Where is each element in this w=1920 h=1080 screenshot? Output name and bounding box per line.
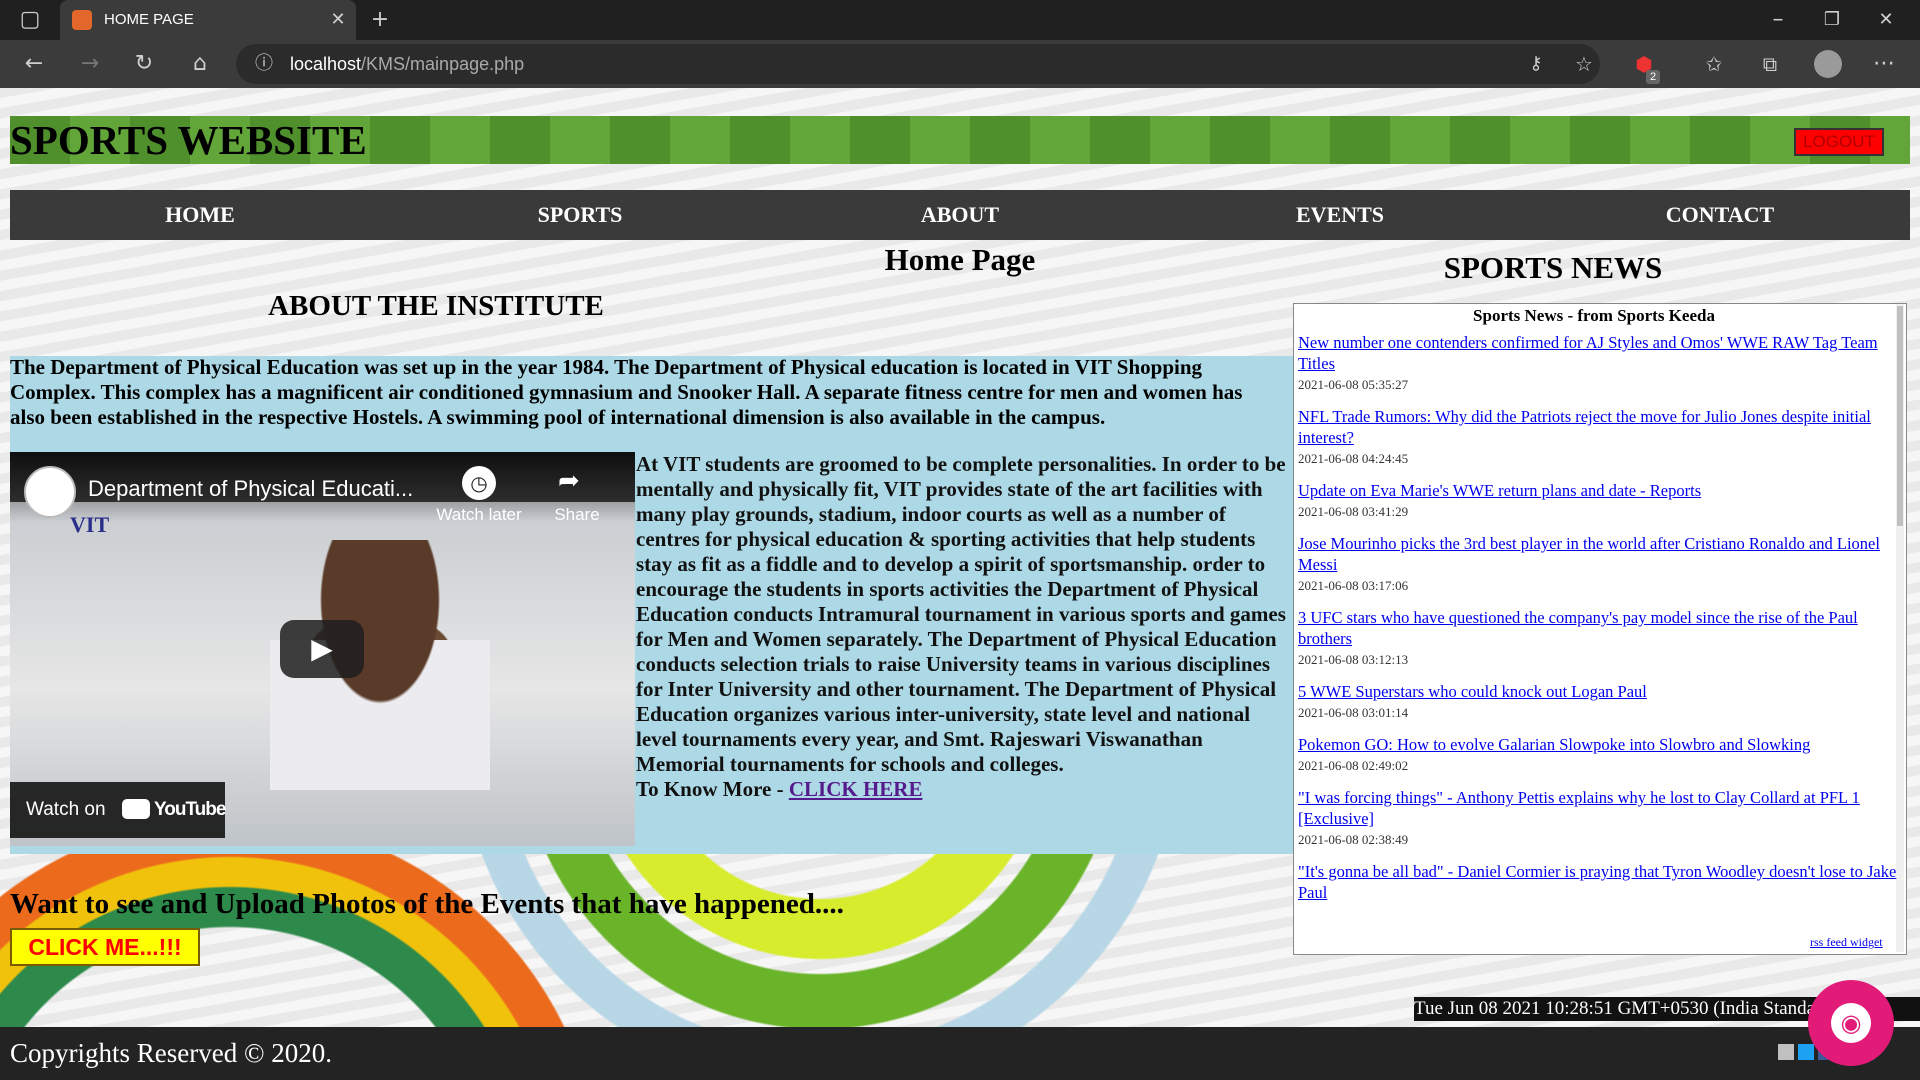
- home-icon[interactable]: ⌂: [180, 44, 220, 84]
- url-text[interactable]: localhost/KMS/mainpage.php: [290, 52, 524, 76]
- tab-actions-icon[interactable]: ▢: [10, 0, 50, 40]
- add-favorite-icon[interactable]: ☆: [1564, 44, 1604, 84]
- minimize-icon[interactable]: –: [1758, 0, 1798, 40]
- site-title: SPORTS WEBSITE: [10, 117, 367, 163]
- profile-avatar[interactable]: [1814, 50, 1842, 78]
- news-list: New number one contenders confirmed for …: [1298, 332, 1898, 924]
- news-item: "I was forcing things" - Anthony Pettis …: [1298, 787, 1898, 851]
- click-here-link[interactable]: CLICK HERE: [789, 777, 923, 801]
- collections-icon[interactable]: ⧉: [1750, 44, 1790, 84]
- url-path: /KMS/mainpage.php: [361, 54, 525, 74]
- new-tab-button[interactable]: +: [360, 0, 400, 40]
- youtube-logo-icon: [122, 799, 150, 819]
- favorites-icon[interactable]: ✩: [1694, 44, 1734, 84]
- news-date: 2021-06-08 03:01:14: [1298, 705, 1409, 720]
- news-date: 2021-06-08 03:17:06: [1298, 578, 1409, 593]
- clock-icon[interactable]: ◷: [462, 466, 496, 500]
- know-more-prefix: To Know More -: [636, 777, 789, 801]
- watch-on-youtube-button[interactable]: Watch on YouTube: [10, 782, 226, 838]
- news-item: New number one contenders confirmed for …: [1298, 332, 1898, 396]
- nav-contact[interactable]: CONTACT: [1530, 190, 1910, 240]
- intro-paragraph: The Department of Physical Education was…: [10, 355, 1243, 429]
- restore-icon[interactable]: ❐: [1812, 0, 1852, 40]
- nav-home[interactable]: HOME: [10, 190, 390, 240]
- news-link[interactable]: 5 WWE Superstars who could knock out Log…: [1298, 681, 1898, 702]
- news-link[interactable]: Jose Mourinho picks the 3rd best player …: [1298, 533, 1898, 575]
- news-item: "It's gonna be all bad" - Daniel Cormier…: [1298, 861, 1898, 903]
- news-item: NFL Trade Rumors: Why did the Patriots r…: [1298, 406, 1898, 470]
- news-link[interactable]: NFL Trade Rumors: Why did the Patriots r…: [1298, 406, 1898, 448]
- watch-later-label[interactable]: Watch later: [424, 505, 534, 525]
- instagram-icon[interactable]: [1778, 1044, 1794, 1060]
- news-heading: SPORTS NEWS: [1443, 250, 1663, 285]
- news-date: 2021-06-08 04:24:45: [1298, 451, 1409, 466]
- news-item: Update on Eva Marie's WWE return plans a…: [1298, 480, 1898, 523]
- news-link[interactable]: "It's gonna be all bad" - Daniel Cormier…: [1298, 861, 1898, 903]
- tab-close-icon[interactable]: ✕: [318, 0, 358, 40]
- extension-badge: 2: [1646, 70, 1660, 84]
- channel-watermark: VIT: [70, 512, 110, 537]
- news-item: 3 UFC stars who have questioned the comp…: [1298, 607, 1898, 671]
- close-icon[interactable]: ✕: [1866, 0, 1906, 40]
- news-link[interactable]: "I was forcing things" - Anthony Pettis …: [1298, 787, 1898, 829]
- nav-sports[interactable]: SPORTS: [390, 190, 770, 240]
- news-link[interactable]: 3 UFC stars who have questioned the comp…: [1298, 607, 1898, 649]
- play-icon[interactable]: ▶: [280, 620, 364, 678]
- news-date: 2021-06-08 03:12:13: [1298, 652, 1409, 667]
- favicon-icon: [72, 10, 92, 30]
- copyright-text: Copyrights Reserved © 2020.: [10, 1038, 332, 1068]
- upload-prompt: Want to see and Upload Photos of the Eve…: [10, 888, 844, 920]
- refresh-icon[interactable]: ↻: [124, 44, 164, 84]
- nav-events[interactable]: EVENTS: [1150, 190, 1530, 240]
- news-link[interactable]: New number one contenders confirmed for …: [1298, 332, 1898, 374]
- news-date: 2021-06-08 03:41:29: [1298, 504, 1409, 519]
- news-item: Pokemon GO: How to evolve Galarian Slowp…: [1298, 734, 1898, 777]
- chat-icon[interactable]: ◉: [1831, 1003, 1871, 1043]
- share-label[interactable]: Share: [522, 505, 632, 525]
- youtube-wordmark: YouTube: [154, 799, 226, 820]
- more-menu-icon[interactable]: ⋯: [1864, 44, 1904, 84]
- news-item: 5 WWE Superstars who could knock out Log…: [1298, 681, 1898, 724]
- channel-logo[interactable]: [24, 466, 76, 518]
- info-icon[interactable]: ⓘ: [244, 44, 284, 84]
- watch-on-label: Watch on: [26, 799, 106, 820]
- news-item: Jose Mourinho picks the 3rd best player …: [1298, 533, 1898, 597]
- page-title: Home Page: [884, 242, 1036, 277]
- video-title[interactable]: Department of Physical Educati...: [88, 476, 413, 502]
- url-host: localhost: [290, 54, 362, 74]
- body-text: At VIT students are groomed to be comple…: [636, 452, 1286, 776]
- key-icon[interactable]: ⚷: [1516, 44, 1556, 84]
- news-caption: Sports News - from Sports Keeda: [1473, 306, 1715, 325]
- back-icon[interactable]: ←: [14, 44, 54, 84]
- twitter-icon[interactable]: [1798, 1044, 1814, 1060]
- news-link[interactable]: Pokemon GO: How to evolve Galarian Slowp…: [1298, 734, 1898, 755]
- news-link[interactable]: Update on Eva Marie's WWE return plans a…: [1298, 480, 1898, 501]
- click-me-button[interactable]: CLICK ME...!!!: [10, 928, 200, 966]
- news-date: 2021-06-08 02:38:49: [1298, 832, 1409, 847]
- nav-about[interactable]: ABOUT: [770, 190, 1150, 240]
- tab-title: HOME PAGE: [104, 11, 194, 28]
- logout-button[interactable]: LOGOUT: [1794, 128, 1884, 156]
- rss-credit-link[interactable]: rss feed widget: [1810, 935, 1883, 950]
- news-date: 2021-06-08 05:35:27: [1298, 377, 1409, 392]
- about-heading: ABOUT THE INSTITUTE: [268, 290, 604, 322]
- forward-icon[interactable]: →: [70, 44, 110, 84]
- news-date: 2021-06-08 02:49:02: [1298, 758, 1409, 773]
- body-paragraph: At VIT students are groomed to be comple…: [636, 452, 1291, 802]
- share-icon[interactable]: ➦: [558, 466, 580, 496]
